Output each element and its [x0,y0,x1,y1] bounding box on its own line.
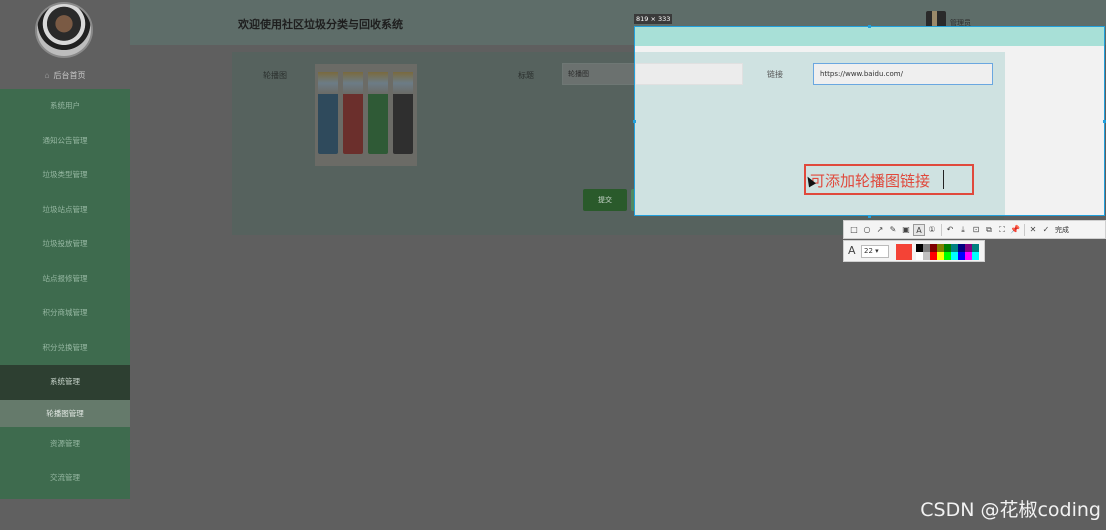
long-capture-icon[interactable]: ⛶ [996,224,1008,236]
toolbar-divider [1024,223,1025,236]
rectangle-tool-icon[interactable]: □ [848,224,860,236]
color-swatch[interactable] [937,252,944,260]
color-palette [916,244,982,260]
current-color-swatch[interactable] [896,244,912,260]
capture-toolbar: □ ○ ↗ ✎ ▣ A ① ↶ ⤓ ⊡ ⧉ ⛶ 📌 ✕ ✓ 完成 [843,220,1106,239]
color-swatch[interactable] [916,252,923,260]
text-style-bar: A 22 ▾ [843,240,985,262]
submit-button[interactable]: 提交 [583,189,627,211]
sidebar-item[interactable]: 积分商城管理 [0,296,130,331]
text-tool-icon[interactable]: A [913,223,925,236]
color-swatch[interactable] [923,244,930,252]
sidebar-item[interactable]: 垃圾类型管理 [0,158,130,193]
sidebar-menu: 系统用户 通知公告管理 垃圾类型管理 垃圾站点管理 垃圾投放管理 站点报修管理 积分商城管理… [0,89,130,499]
sidebar-item[interactable]: 站点报修管理 [0,262,130,297]
color-swatch[interactable] [923,252,930,260]
undo-icon[interactable]: ↶ [944,224,956,236]
home-icon: ⌂ [44,71,50,80]
annotation-text[interactable]: 可添加轮播图链接 [810,170,930,191]
color-swatch[interactable] [972,244,979,252]
color-swatch[interactable] [965,244,972,252]
sidebar-item[interactable]: 垃圾投放管理 [0,227,130,262]
color-swatch[interactable] [944,244,951,252]
resize-handle-bottom[interactable] [868,215,871,218]
color-swatch[interactable] [930,252,937,260]
ellipse-tool-icon[interactable]: ○ [861,224,873,236]
sidebar-item[interactable]: 交流管理 [0,461,130,496]
black-bin-icon [393,72,413,154]
image-label: 轮播图 [263,71,287,80]
color-swatch[interactable] [965,252,972,260]
pin-icon[interactable]: 📌 [1009,224,1021,236]
font-icon: A [848,244,856,257]
sidebar-item[interactable]: 垃圾站点管理 [0,193,130,228]
color-swatch[interactable] [958,244,965,252]
sidebar-item[interactable]: 积分兑换管理 [0,331,130,366]
color-swatch[interactable] [951,244,958,252]
sidebar: ⌂ 后台首页 系统用户 通知公告管理 垃圾类型管理 垃圾站点管理 垃圾投放管理 站点报修管理… [0,0,130,530]
pen-tool-icon[interactable]: ✎ [887,224,899,236]
title-label: 标题 [518,71,534,80]
red-bin-icon [343,72,363,154]
sidebar-item[interactable]: 资源管理 [0,427,130,462]
carousel-image[interactable] [315,64,417,166]
watermark: CSDN @花椒coding [920,499,1101,521]
done-button[interactable]: 完成 [1055,225,1069,235]
font-size-select[interactable]: 22 ▾ [861,245,889,258]
avatar[interactable] [35,2,93,58]
check-icon[interactable]: ✓ [1040,224,1052,236]
sidebar-item[interactable]: 系统用户 [0,89,130,124]
sidebar-item[interactable]: 通知公告管理 [0,124,130,159]
color-swatch[interactable] [958,252,965,260]
text-annotation-box[interactable]: 可添加轮播图链接 [804,164,974,195]
color-swatch[interactable] [916,244,923,252]
mosaic-tool-icon[interactable]: ▣ [900,224,912,236]
close-icon[interactable]: ✕ [1027,224,1039,236]
selection-header-area [635,27,1104,46]
page-title: 欢迎使用社区垃圾分类与回收系统 [238,18,403,31]
color-swatch[interactable] [937,244,944,252]
sidebar-item[interactable]: 轮播图管理 [0,399,130,427]
ocr-icon[interactable]: ⊡ [970,224,982,236]
text-caret [943,170,944,189]
blue-bin-icon [318,72,338,154]
home-link[interactable]: ⌂ 后台首页 [0,64,130,88]
capture-size-label: 819 × 333 [634,14,673,24]
copy-icon[interactable]: ⧉ [983,224,995,236]
color-swatch[interactable] [951,252,958,260]
link-input[interactable]: https://www.baidu.com/ [813,63,993,85]
color-swatch[interactable] [972,252,979,260]
sidebar-item[interactable]: 系统管理 [0,365,130,400]
arrow-tool-icon[interactable]: ↗ [874,224,886,236]
save-icon[interactable]: ⤓ [957,224,969,236]
link-label: 链接 [767,70,783,79]
title-input-highlight[interactable] [635,63,743,85]
color-swatch[interactable] [944,252,951,260]
toolbar-divider [941,223,942,236]
font-size-value: 22 [864,247,873,255]
color-swatch[interactable] [930,244,937,252]
resize-handle-top[interactable] [868,25,871,28]
resize-handle-left[interactable] [633,120,636,123]
green-bin-icon [368,72,388,154]
number-tool-icon[interactable]: ① [926,224,938,236]
home-label: 后台首页 [53,71,86,80]
